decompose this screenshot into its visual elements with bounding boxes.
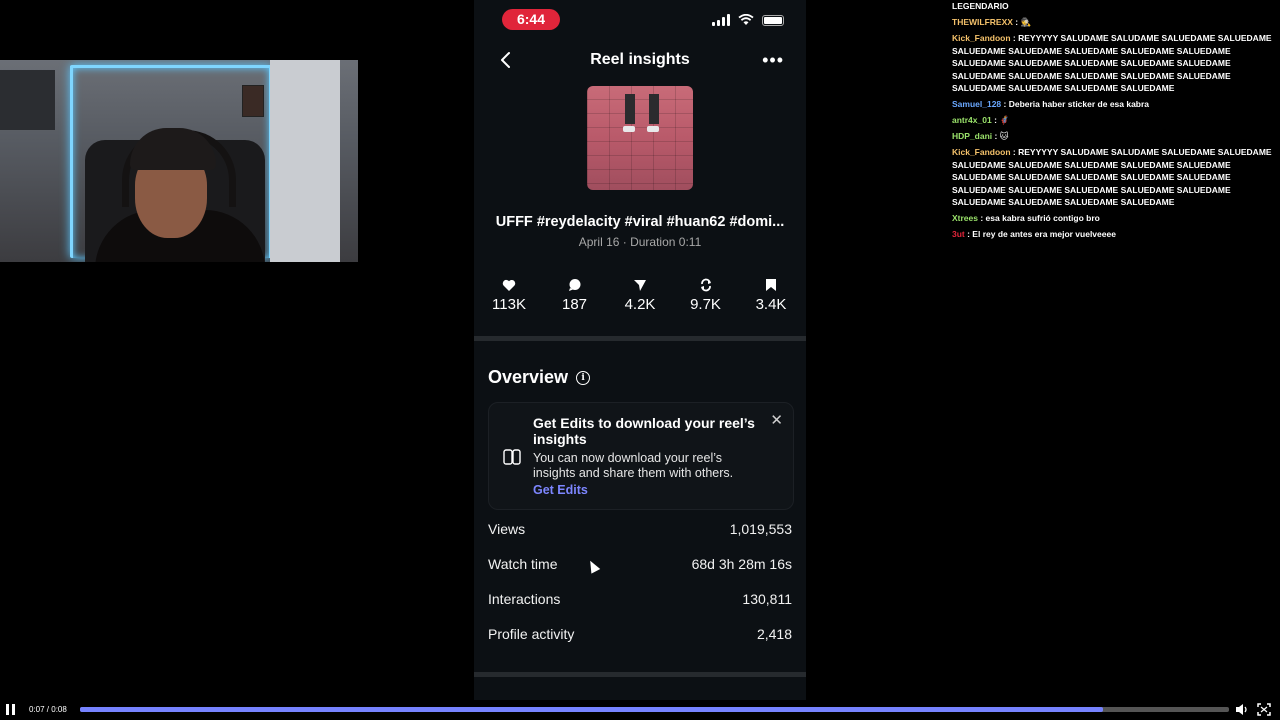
repost-icon: [700, 278, 711, 292]
likes-count: 113K: [492, 296, 526, 313]
progress-fill: [80, 707, 1103, 712]
chat-message: THEWILFREXX : 🕵: [948, 16, 1280, 29]
heart-icon: [502, 279, 516, 291]
edits-promo-card: ✕ Get Edits to download your reel’s insi…: [488, 402, 794, 510]
metric-row-profile-activity: Profile activity 2,418: [488, 626, 792, 642]
chat-text: : 🐱: [992, 131, 1009, 141]
thumb-shoe: [623, 126, 635, 132]
status-bar: 6:44: [474, 0, 806, 40]
webcam-feed: [0, 60, 358, 262]
share-icon: [634, 280, 646, 291]
engagement-stats: 113K 187 4.2K 9.7K 3.4K: [484, 276, 796, 313]
wifi-icon: [738, 14, 754, 25]
status-time: 6:44: [502, 9, 560, 30]
chat-message: Samuel_128 : Deberia haber sticker de es…: [948, 98, 1280, 111]
battery-icon: [762, 14, 784, 26]
chat-username[interactable]: antr4x_01: [952, 115, 992, 125]
fullscreen-icon[interactable]: [1257, 703, 1271, 716]
reel-thumbnail[interactable]: [587, 86, 693, 190]
saves-stat: 3.4K: [746, 276, 796, 313]
metric-value: 1,019,553: [729, 521, 792, 537]
promo-title: Get Edits to download your reel’s insigh…: [533, 415, 755, 447]
signal-icon: [712, 14, 730, 26]
chat-message: Kick_Fandoon : REYYYYY SALUDAME SALUDAME…: [948, 146, 1280, 209]
section-divider: [474, 336, 806, 341]
chat-username[interactable]: 3ut: [952, 229, 965, 239]
metric-label: Profile activity: [488, 626, 575, 642]
saves-count: 3.4K: [755, 296, 787, 313]
chat-message: HDP_dani : 🐱: [948, 130, 1280, 143]
chat-message: antr4x_01 : 🦸: [948, 114, 1280, 127]
metric-value: 68d 3h 28m 16s: [691, 556, 792, 572]
reel-caption: UFFF #reydelacity #viral #huan62 #domi..…: [495, 214, 785, 230]
chat-text: : El rey de antes era mejor vuelveeee: [964, 229, 1116, 239]
metric-row-views: Views 1,019,553: [488, 521, 792, 537]
comment-icon: [568, 279, 580, 291]
comments-count: 187: [561, 296, 588, 313]
thumb-leg: [649, 94, 659, 124]
webcam-poster: [242, 85, 264, 117]
chat-text: LEGENDARIO: [952, 1, 1009, 11]
chat-username[interactable]: Xtrees: [952, 213, 978, 223]
progress-bar[interactable]: [80, 707, 1229, 712]
chat-text: : esa kabra sufrió contigo bro: [978, 213, 1100, 223]
shares-count: 4.2K: [624, 296, 656, 313]
status-icons: [712, 14, 784, 26]
section-divider: [474, 672, 806, 677]
reposts-stat: 9.7K: [681, 276, 731, 313]
webcam-shelf: [0, 70, 55, 130]
volume-icon[interactable]: [1235, 703, 1249, 716]
playback-time: 0:07 / 0:08: [29, 705, 67, 714]
chat-message: Xtrees : esa kabra sufrió contigo bro: [948, 212, 1280, 225]
chat-text: : Deberia haber sticker de esa kabra: [1001, 99, 1150, 109]
chat-message: Kick_Fandoon : REYYYYY SALUDAME SALUDAME…: [948, 32, 1280, 95]
metric-value: 130,811: [742, 591, 792, 607]
edits-app-icon: [503, 449, 521, 465]
chat-panel: LEGENDARIO THEWILFREXX : 🕵 Kick_Fandoon : …: [948, 0, 1280, 244]
chat-username[interactable]: Kick_Fandoon: [952, 33, 1011, 43]
chat-username[interactable]: HDP_dani: [952, 131, 992, 141]
webcam-door: [270, 60, 340, 262]
pause-button[interactable]: [6, 704, 16, 715]
get-edits-link[interactable]: Get Edits: [533, 483, 588, 497]
phone-screen: 6:44 Reel insights ••• UFFF #reydelacity…: [474, 0, 806, 720]
save-icon: [766, 279, 776, 291]
chat-text: : 🕵: [1012, 17, 1032, 27]
promo-body: You can now download your reel’s insight…: [533, 451, 734, 480]
likes-stat: 113K: [484, 276, 534, 313]
shares-stat: 4.2K: [615, 276, 665, 313]
overview-title: Overview: [488, 367, 569, 387]
nav-bar: Reel insights •••: [474, 44, 806, 74]
chat-username[interactable]: THEWILFREXX: [952, 17, 1013, 27]
metric-label: Interactions: [488, 591, 561, 607]
page-title: Reel insights: [590, 51, 690, 68]
info-icon[interactable]: i: [576, 370, 591, 385]
thumb-shoe: [647, 126, 659, 132]
metric-label: Views: [488, 521, 526, 537]
metric-label: Watch time: [488, 556, 558, 572]
chat-username[interactable]: Samuel_128: [952, 99, 1001, 109]
metric-row-interactions: Interactions 130,811: [488, 591, 792, 607]
chat-text: : 🦸: [991, 115, 1010, 125]
chat-message: LEGENDARIO: [948, 0, 1280, 13]
reposts-count: 9.7K: [690, 296, 721, 313]
overview-heading: Overview i: [488, 367, 591, 388]
chat-username[interactable]: Kick_Fandoon: [952, 147, 1011, 157]
reel-meta: April 16 · Duration 0:11: [578, 235, 702, 249]
metric-row-watch-time: Watch time 68d 3h 28m 16s: [488, 556, 792, 572]
thumb-leg: [625, 94, 635, 124]
chat-message: 3ut : El rey de antes era mejor vuelveee…: [948, 228, 1280, 241]
metric-value: 2,418: [756, 626, 792, 642]
comments-stat: 187: [550, 276, 600, 313]
more-options-button[interactable]: •••: [762, 50, 784, 71]
